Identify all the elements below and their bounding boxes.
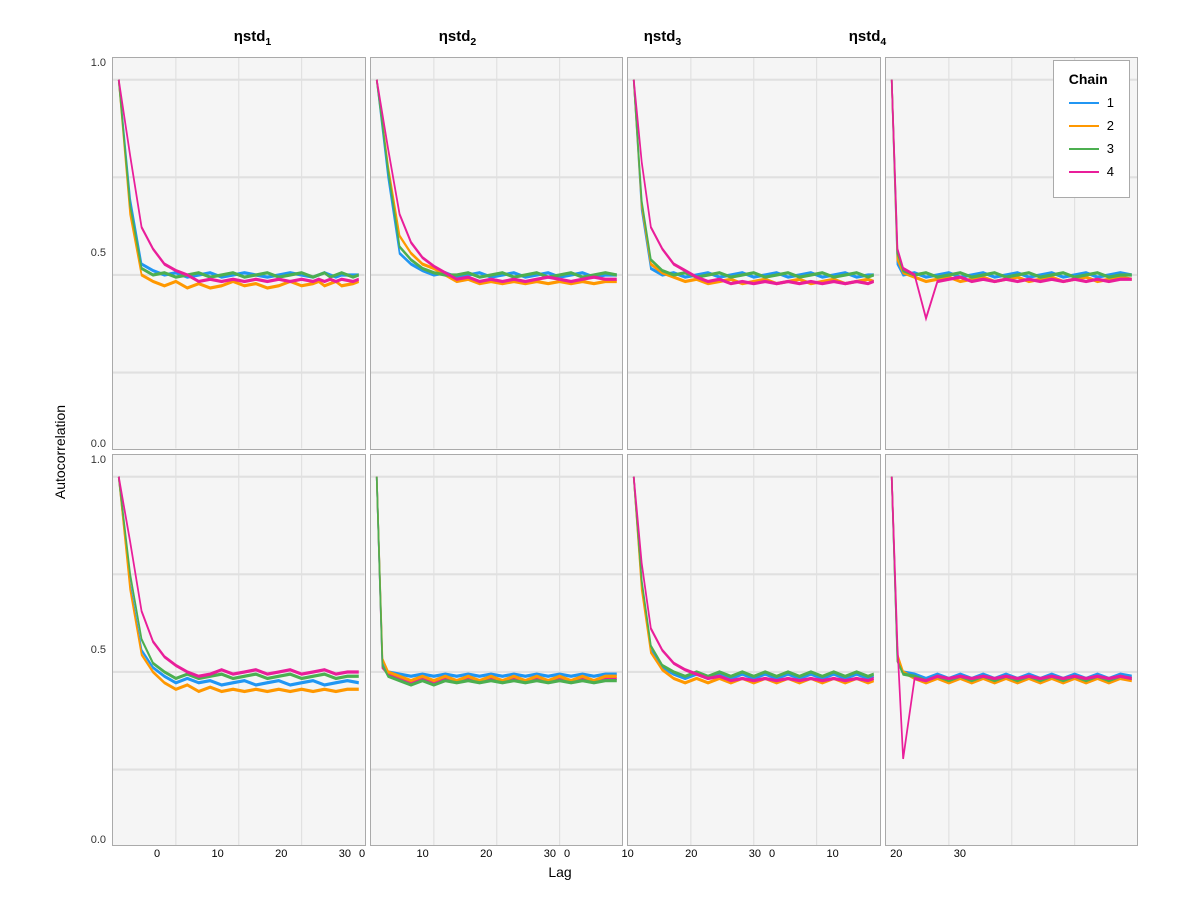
y-axis-label-container: Autocorrelation <box>50 55 70 848</box>
row-subject1: 1.0 0.5 0.0 <box>70 55 1140 452</box>
main-area: Autocorrelation 1.0 0.5 0.0 <box>50 55 1150 848</box>
col-header-1: ηstd1 <box>150 20 355 55</box>
legend-label-2: 2 <box>1107 118 1114 133</box>
y-tick2-1.0: 1.0 <box>91 454 106 466</box>
y-tick-0.5: 0.5 <box>91 247 106 259</box>
plot-svg-2-4 <box>886 455 1138 846</box>
y-tick-0.0: 0.0 <box>91 438 106 450</box>
y-tick-1.0: 1.0 <box>91 57 106 69</box>
x-ticks-col2: 0 10 20 30 <box>355 848 560 860</box>
legend-label-3: 3 <box>1107 141 1114 156</box>
legend-item-3: 3 <box>1069 141 1114 156</box>
col-headers: ηstd1 ηstd2 ηstd3 ηstd4 <box>110 20 970 55</box>
legend-item-2: 2 <box>1069 118 1114 133</box>
x-tick-30: 30 <box>339 848 351 860</box>
x-tick-10: 10 <box>212 848 224 860</box>
plots-row-1 <box>110 55 1140 452</box>
y-tick2-0.0: 0.0 <box>91 834 106 846</box>
x-ticks-col1: 0 10 20 30 <box>150 848 355 860</box>
row-subject2: 1.0 0.5 0.0 <box>70 452 1140 849</box>
x-axis-label: Lag <box>150 864 970 880</box>
legend-line-2 <box>1069 125 1099 127</box>
rows-area: 1.0 0.5 0.0 <box>70 55 1140 848</box>
plot-1-1 <box>112 57 366 450</box>
x-tick-0: 0 <box>154 848 160 860</box>
chart-container: ηstd1 ηstd2 ηstd3 ηstd4 Autocorrelation … <box>50 20 1150 880</box>
x-ticks-col3: 0 10 20 30 <box>560 848 765 860</box>
legend-item-1: 1 <box>1069 95 1114 110</box>
legend-item-4: 4 <box>1069 164 1114 179</box>
x-ticks-col4: 0 10 20 30 <box>765 848 970 860</box>
plot-2-1 <box>112 454 366 847</box>
y-ticks-row2: 1.0 0.5 0.0 <box>70 452 110 849</box>
grid-row-1: 1.0 0.5 0.0 <box>70 55 1140 452</box>
plot-svg-1-1 <box>113 58 365 449</box>
y-ticks-row1: 1.0 0.5 0.0 <box>70 55 110 452</box>
plot-svg-2-1 <box>113 455 365 846</box>
legend-box: Chain 1 2 3 4 <box>1053 60 1130 198</box>
legend-title: Chain <box>1069 71 1114 87</box>
plot-svg-1-2 <box>371 58 623 449</box>
legend-label-1: 1 <box>1107 95 1114 110</box>
plot-2-2 <box>370 454 624 847</box>
plot-1-3 <box>627 57 881 450</box>
legend-line-3 <box>1069 148 1099 150</box>
col-header-4: ηstd4 <box>765 20 970 55</box>
legend-line-1 <box>1069 102 1099 104</box>
plot-svg-2-2 <box>371 455 623 846</box>
plots-row-2 <box>110 452 1140 849</box>
plot-1-2 <box>370 57 624 450</box>
plot-2-4 <box>885 454 1139 847</box>
plot-2-3 <box>627 454 881 847</box>
legend-label-4: 4 <box>1107 164 1114 179</box>
grid-row-2: 1.0 0.5 0.0 <box>70 452 1140 849</box>
plot-svg-1-3 <box>628 58 880 449</box>
plot-svg-2-3 <box>628 455 880 846</box>
legend-line-4 <box>1069 171 1099 173</box>
x-tick-20: 20 <box>275 848 287 860</box>
y-axis-label: Autocorrelation <box>52 404 68 498</box>
col-header-2: ηstd2 <box>355 20 560 55</box>
col-header-3: ηstd3 <box>560 20 765 55</box>
y-tick2-0.5: 0.5 <box>91 644 106 656</box>
